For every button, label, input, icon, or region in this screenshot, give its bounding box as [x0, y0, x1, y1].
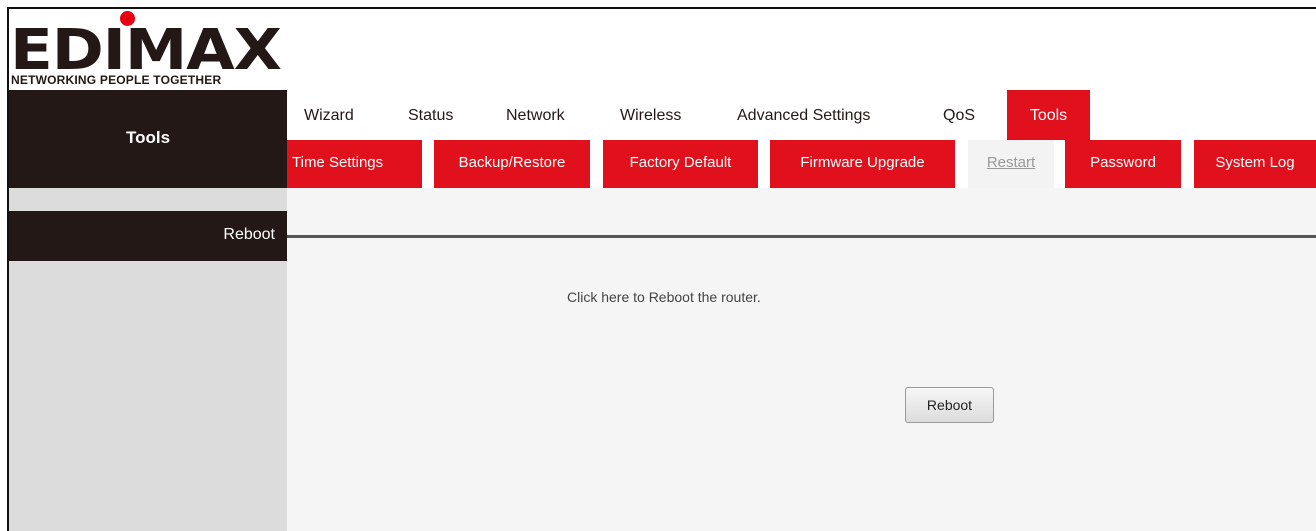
tab-wireless[interactable]: Wireless: [620, 90, 681, 140]
main-nav-bar: Wizard Status Network Wireless Advanced …: [287, 90, 1316, 140]
sidebar-header: Tools: [9, 90, 287, 188]
sidebar-title: Tools: [125, 128, 171, 147]
subtab-password[interactable]: Password: [1065, 140, 1181, 188]
edimax-logo: EDIMAX NETWORKING PEOPLE TOGETHER: [9, 9, 287, 89]
sidebar-item-label: Reboot: [223, 226, 275, 243]
tab-network[interactable]: Network: [506, 90, 565, 140]
tab-tools[interactable]: Tools: [1007, 90, 1090, 140]
sub-nav: Time Settings Backup/Restore Factory Def…: [287, 140, 1316, 188]
logo-wordmark: EDIMAX: [10, 18, 282, 83]
subtab-restart[interactable]: Restart: [968, 140, 1054, 188]
section-divider: [287, 235, 1316, 238]
subtab-factory-default[interactable]: Factory Default: [603, 140, 758, 188]
subtab-time-settings[interactable]: Time Settings: [287, 140, 422, 188]
tab-wizard[interactable]: Wizard: [304, 90, 354, 140]
logo-red-dot: [120, 11, 135, 26]
sidebar-item-reboot[interactable]: Reboot: [9, 211, 287, 261]
reboot-description: Click here to Reboot the router.: [567, 289, 761, 305]
tab-qos[interactable]: QoS: [943, 90, 975, 140]
tab-advanced-settings[interactable]: Advanced Settings: [737, 90, 870, 140]
tab-status[interactable]: Status: [408, 90, 453, 140]
subtab-system-log[interactable]: System Log: [1194, 140, 1316, 188]
subtab-backup-restore[interactable]: Backup/Restore: [434, 140, 590, 188]
sidebar: Tools Reboot: [9, 90, 287, 531]
reboot-button[interactable]: Reboot: [905, 387, 994, 423]
subtab-firmware-upgrade[interactable]: Firmware Upgrade: [770, 140, 955, 188]
logo-tagline: NETWORKING PEOPLE TOGETHER: [11, 73, 222, 87]
main-content: Wizard Status Network Wireless Advanced …: [287, 90, 1316, 531]
